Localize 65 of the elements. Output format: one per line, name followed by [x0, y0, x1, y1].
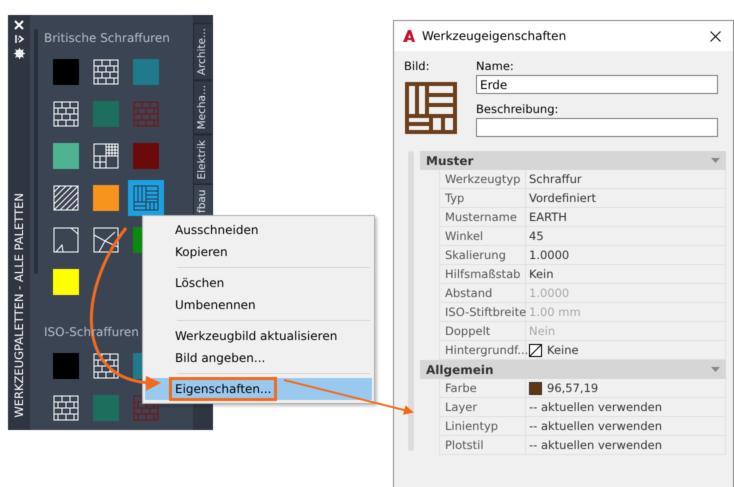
property-label: Skalierung [439, 246, 526, 265]
property-value[interactable]: 96,57,19 [526, 379, 726, 398]
hatch-preview-icon[interactable] [404, 81, 458, 135]
property-label: Doppelt [439, 322, 526, 341]
property-value[interactable]: -- aktuellen verwenden [526, 398, 726, 417]
property-label: Hilfsmaßstab [439, 265, 526, 284]
hatch-tile[interactable] [133, 143, 159, 169]
property-value[interactable]: -- aktuellen verwenden [526, 417, 726, 436]
hatch-tile[interactable] [133, 59, 159, 85]
menu-item[interactable]: Löschen [145, 272, 372, 294]
property-label: Typ [439, 189, 526, 208]
palette-tab[interactable]: Mecha... [193, 80, 213, 135]
property-value[interactable]: -- aktuellen verwenden [526, 436, 726, 455]
hatch-tile[interactable] [53, 59, 79, 85]
property-label: Winkel [439, 227, 526, 246]
property-label: Abstand [439, 284, 526, 303]
property-value[interactable]: Schraffur [526, 170, 726, 189]
scrollbar[interactable] [408, 151, 414, 451]
section-header[interactable]: Muster [420, 151, 726, 170]
menu-item[interactable]: Eigenschaften... [145, 378, 372, 400]
section-title: Muster [426, 154, 474, 168]
hatch-tile[interactable] [53, 353, 79, 379]
menu-item[interactable]: Umbenennen [145, 294, 372, 316]
pin-icon[interactable] [14, 34, 24, 44]
property-value[interactable]: EARTH [526, 208, 726, 227]
property-value[interactable]: Vordefiniert [526, 189, 726, 208]
name-label: Name: [476, 59, 515, 73]
hatch-tile[interactable] [133, 185, 159, 211]
property-label: Linientyp [439, 417, 526, 436]
property-label: Farbe [439, 379, 526, 398]
palette-tab[interactable]: Archite... [193, 23, 213, 80]
collapse-arrow-icon[interactable] [711, 367, 720, 372]
hatch-tile[interactable] [133, 101, 159, 127]
menu-item[interactable]: Kopieren [145, 241, 372, 263]
hatch-tile[interactable] [53, 269, 79, 295]
hatch-tile[interactable] [93, 101, 119, 127]
menu-item[interactable]: Ausschneiden [145, 219, 372, 241]
property-value[interactable]: 1.0000 [526, 246, 726, 265]
section-header[interactable]: Allgemein [420, 360, 726, 379]
property-value[interactable]: 45 [526, 227, 726, 246]
menu-item[interactable]: Werkzeugbild aktualisieren [145, 325, 372, 347]
palette-title: WERKZEUGPALETTEN - ALLE PALETTEN [12, 193, 26, 418]
property-label: Plotstil [439, 436, 526, 455]
property-label: Mustername [439, 208, 526, 227]
description-label: Beschreibung: [476, 102, 560, 116]
close-icon[interactable] [710, 30, 721, 42]
description-field[interactable] [476, 118, 718, 137]
dialog-title: Werkzeugeigenschaften [422, 29, 566, 43]
menu-item[interactable]: Bild angeben... [145, 347, 372, 369]
collapse-arrow-icon[interactable] [711, 158, 720, 163]
palette-tab[interactable]: Elektrik [193, 134, 213, 184]
section-title: Allgemein [426, 362, 494, 376]
property-label: Werkzeugtyp [439, 170, 526, 189]
no-fill-icon [529, 344, 542, 356]
section-title: Britische Schraffuren [44, 30, 170, 47]
property-value[interactable]: Kein [526, 265, 726, 284]
property-label: Layer [439, 398, 526, 417]
hatch-tile[interactable] [93, 185, 119, 211]
property-label: ISO-Stiftbreite [439, 303, 526, 322]
name-field[interactable]: Erde [476, 75, 718, 94]
hatch-tile[interactable] [53, 143, 79, 169]
app-logo-icon [402, 29, 416, 43]
hatch-tile[interactable] [93, 395, 119, 421]
gear-icon[interactable] [14, 48, 24, 59]
image-label: Bild: [404, 59, 430, 73]
